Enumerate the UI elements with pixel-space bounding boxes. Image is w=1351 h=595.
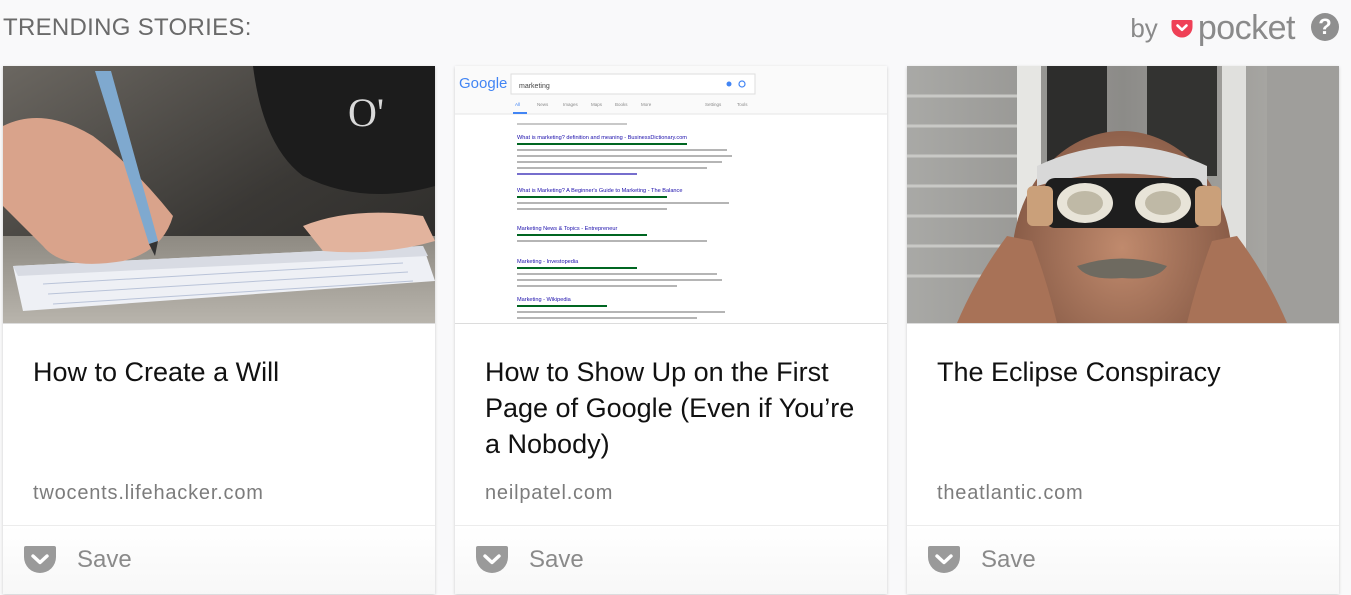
story-card[interactable]: O' How to Create a Will twocents.lifehac… <box>3 66 435 594</box>
svg-text:Books: Books <box>615 102 628 107</box>
svg-text:All: All <box>515 102 520 107</box>
pocket-logo-icon <box>1171 20 1193 38</box>
save-button[interactable]: Save <box>927 542 1036 578</box>
svg-text:Images: Images <box>563 102 579 107</box>
svg-text:O': O' <box>348 90 384 135</box>
pocket-wordmark: pocket <box>1197 8 1296 47</box>
section-title: TRENDING STORIES: <box>3 14 252 41</box>
card-footer: Save <box>907 525 1339 594</box>
svg-text:What is Marketing? A Beginner': What is Marketing? A Beginner's Guide to… <box>517 188 682 194</box>
svg-text:Settings: Settings <box>705 102 722 107</box>
pocket-logo: pocket <box>1170 8 1296 48</box>
svg-text:marketing: marketing <box>519 83 550 90</box>
story-title[interactable]: The Eclipse Conspiracy <box>937 354 1317 390</box>
story-card[interactable]: Google marketing All News Images Maps Bo… <box>455 66 887 594</box>
card-footer: Save <box>455 525 887 594</box>
by-pocket-attribution[interactable]: by pocket <box>1130 8 1296 48</box>
man-with-eclipse-glasses-image[interactable] <box>907 66 1339 324</box>
svg-text:News: News <box>537 102 549 107</box>
svg-text:Google: Google <box>459 75 507 92</box>
svg-text:Marketing - Wikipedia: Marketing - Wikipedia <box>517 297 572 303</box>
story-domain: neilpatel.com <box>485 482 614 504</box>
svg-text:What is marketing? definition: What is marketing? definition and meanin… <box>517 135 687 141</box>
save-button[interactable]: Save <box>475 542 584 578</box>
by-label: by <box>1130 12 1158 43</box>
help-icon[interactable]: ? <box>1311 13 1339 41</box>
svg-text:Marketing News & Topics - Entr: Marketing News & Topics - Entrepreneur <box>517 226 617 232</box>
svg-text:Marketing - Investopedia: Marketing - Investopedia <box>517 259 579 265</box>
save-button[interactable]: Save <box>23 542 132 578</box>
pocket-save-icon <box>928 546 960 573</box>
pocket-save-icon <box>24 546 56 573</box>
story-domain: twocents.lifehacker.com <box>33 482 264 504</box>
pocket-save-icon <box>476 546 508 573</box>
svg-text:More: More <box>641 102 652 107</box>
svg-text:Tools: Tools <box>737 102 748 107</box>
svg-text:Maps: Maps <box>591 102 603 107</box>
save-label: Save <box>529 546 584 573</box>
google-search-results-image[interactable]: Google marketing All News Images Maps Bo… <box>455 66 887 324</box>
story-card[interactable]: The Eclipse Conspiracy theatlantic.com S… <box>907 66 1339 594</box>
save-label: Save <box>77 546 132 573</box>
save-label: Save <box>981 546 1036 573</box>
story-title[interactable]: How to Show Up on the First Page of Goog… <box>485 354 865 462</box>
trending-header: TRENDING STORIES: by pocket ? <box>0 0 1351 60</box>
card-footer: Save <box>3 525 435 594</box>
hand-writing-in-notebook-image[interactable]: O' <box>3 66 435 324</box>
story-domain: theatlantic.com <box>937 482 1084 504</box>
story-title[interactable]: How to Create a Will <box>33 354 413 390</box>
